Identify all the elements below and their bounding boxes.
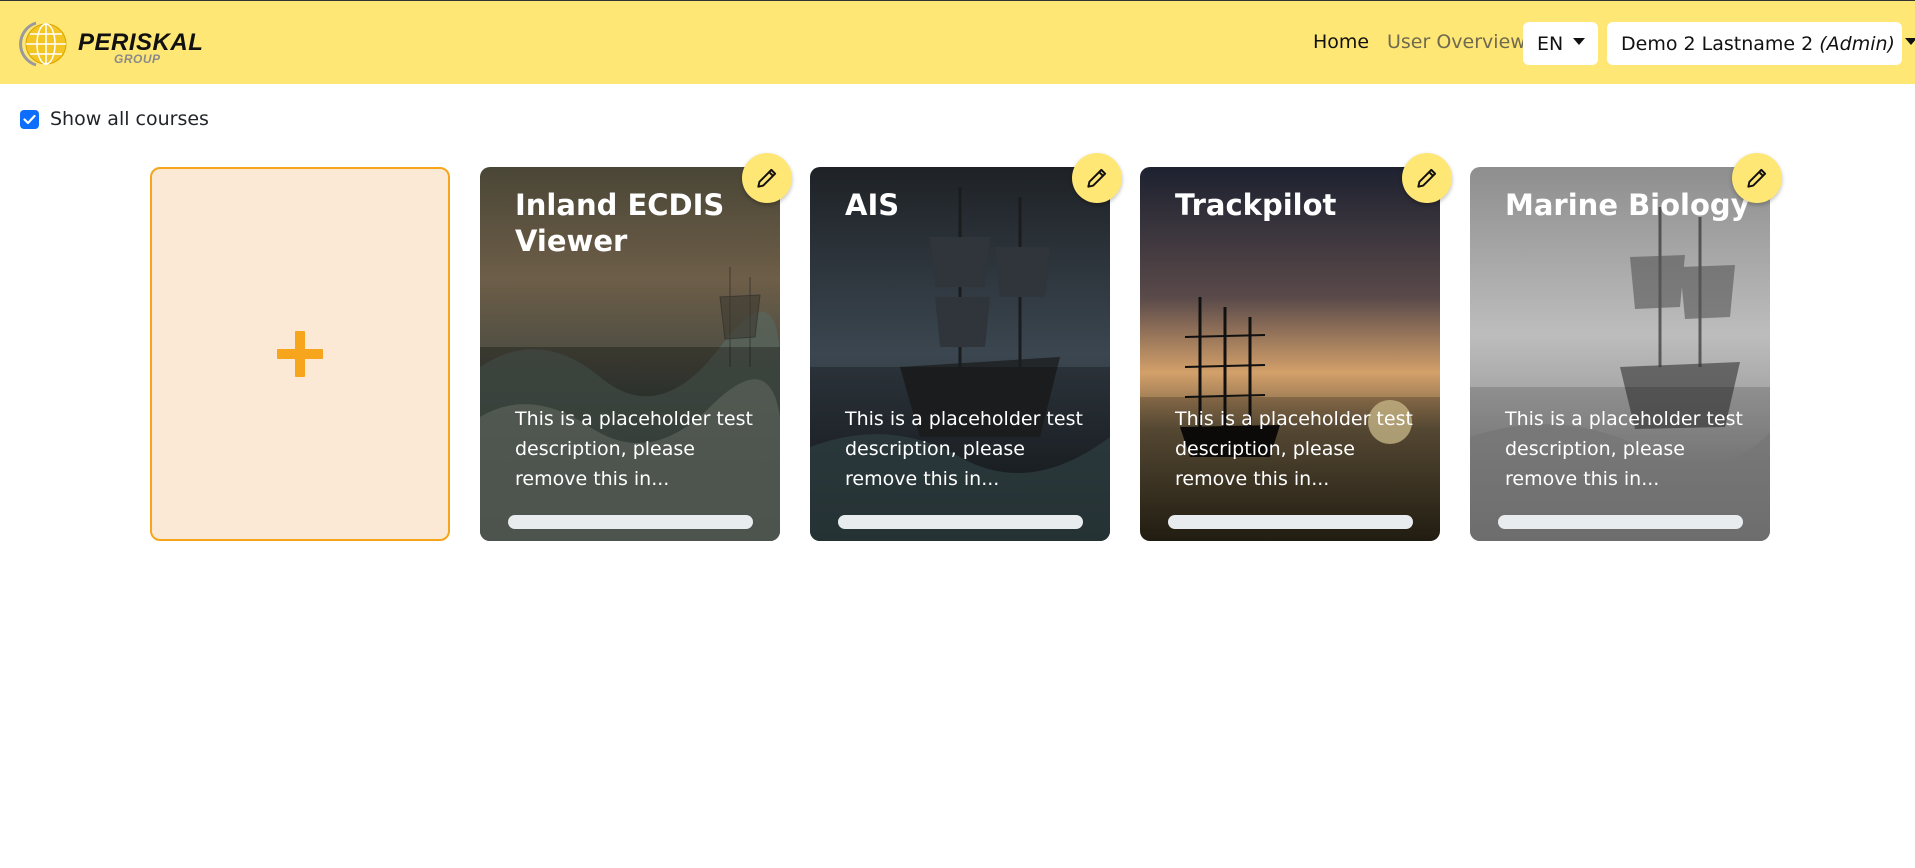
course-title: Inland ECDIS Viewer: [515, 188, 725, 258]
edit-course-button[interactable]: [1402, 153, 1452, 203]
caret-down-icon: [1904, 38, 1915, 45]
show-all-label: Show all courses: [50, 108, 209, 130]
user-menu-dropdown[interactable]: Demo 2 Lastname 2 (Admin): [1607, 22, 1915, 65]
language-dropdown[interactable]: EN: [1523, 22, 1598, 65]
nav-home-link[interactable]: Home: [1313, 31, 1369, 53]
brand-subtitle: GROUP: [114, 52, 161, 66]
globe-logo-icon: [19, 21, 67, 67]
course-description: This is a placeholder test description, …: [845, 408, 1083, 490]
edit-course-button[interactable]: [742, 153, 792, 203]
show-all-courses-toggle[interactable]: Show all courses: [20, 108, 209, 130]
course-progress-bar: [838, 515, 1083, 529]
add-course-card[interactable]: [150, 167, 450, 541]
course-progress-bar: [508, 515, 753, 529]
course-title: Marine Biology: [1505, 188, 1750, 222]
course-progress-bar: [1168, 515, 1413, 529]
user-role: (Admin): [1819, 32, 1895, 55]
edit-course-button[interactable]: [1732, 153, 1782, 203]
course-title: Trackpilot: [1175, 188, 1337, 222]
course-title: AIS: [845, 188, 900, 222]
nav-user-overview-link[interactable]: User Overview: [1387, 31, 1526, 53]
language-value: EN: [1537, 32, 1564, 55]
caret-down-icon: [1573, 38, 1586, 45]
brand-logo[interactable]: PERISKAL GROUP: [16, 19, 226, 69]
pencil-icon: [757, 168, 777, 188]
course-progress-bar: [1498, 515, 1743, 529]
course-description: This is a placeholder test description, …: [515, 408, 753, 490]
course-card[interactable]: Marine Biology This is a placeholder tes…: [1470, 153, 1782, 541]
course-description: This is a placeholder test description, …: [1175, 408, 1413, 490]
show-all-checkbox[interactable]: [20, 109, 39, 129]
pencil-icon: [1747, 168, 1767, 188]
pencil-icon: [1417, 168, 1437, 188]
course-card[interactable]: AIS This is a placeholder test descripti…: [810, 153, 1122, 541]
user-name: Demo 2 Lastname 2: [1621, 32, 1814, 55]
plus-icon: [277, 331, 323, 377]
course-card[interactable]: Inland ECDIS Viewer This is a placeholde…: [480, 153, 792, 541]
navbar: PERISKAL GROUP Home User Overview EN Dem…: [0, 0, 1915, 84]
pencil-icon: [1087, 168, 1107, 188]
course-description: This is a placeholder test description, …: [1505, 408, 1743, 490]
checkmark-icon: [23, 114, 36, 124]
course-card[interactable]: Trackpilot This is a placeholder test de…: [1140, 153, 1452, 541]
edit-course-button[interactable]: [1072, 153, 1122, 203]
